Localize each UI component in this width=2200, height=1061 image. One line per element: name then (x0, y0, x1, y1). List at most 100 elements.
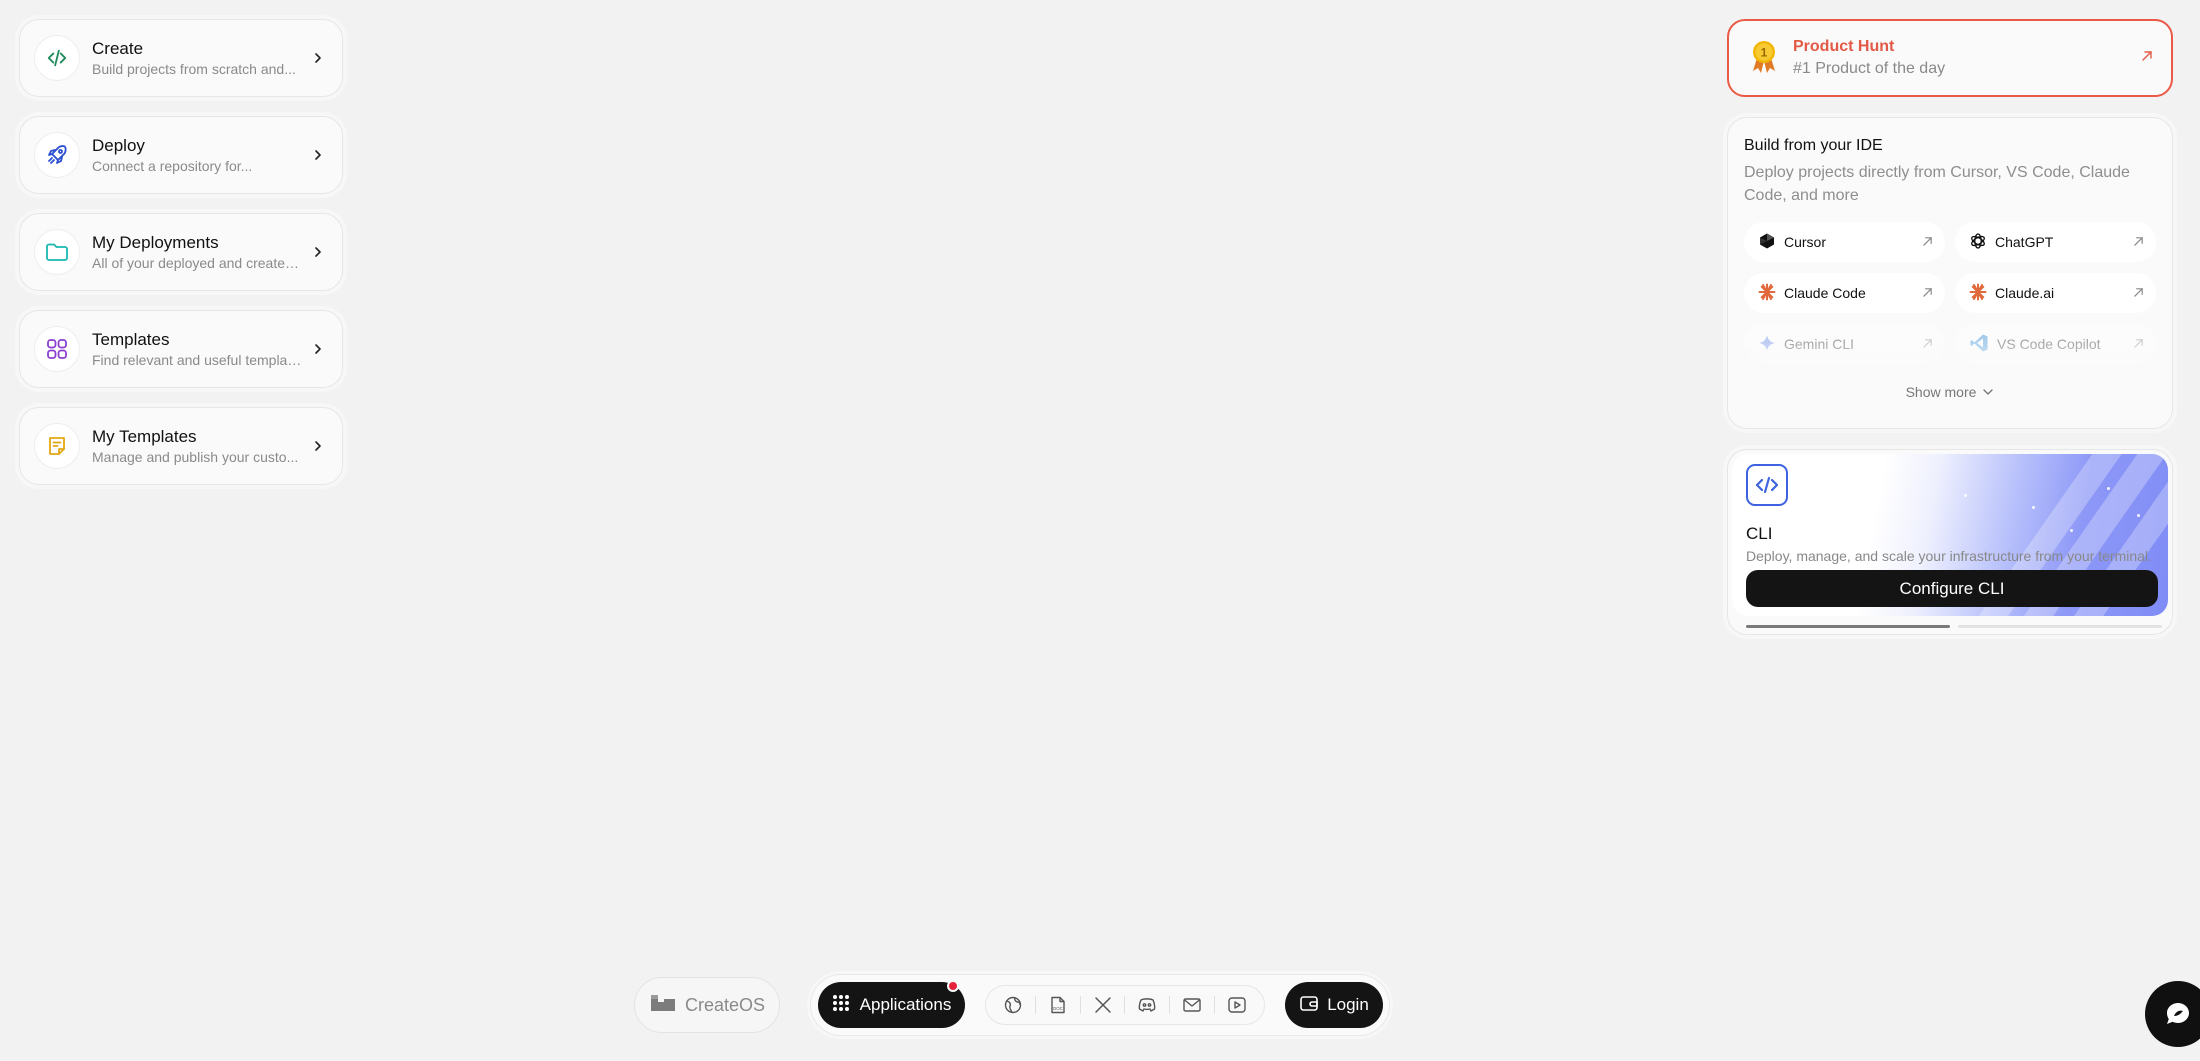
carousel-indicator (1746, 625, 2162, 628)
gemini-icon (1758, 334, 1776, 355)
nav-card-subtitle: Manage and publish your custo... (92, 449, 299, 465)
nav-card-subtitle: Find relevant and useful templat... (92, 352, 302, 368)
createos-logo-icon (649, 993, 677, 1018)
rocket-icon (34, 132, 80, 178)
cursor-icon (1758, 232, 1776, 253)
carousel-dot[interactable] (1958, 625, 2162, 628)
divider (1169, 996, 1171, 1014)
nav-card-title: Deploy (92, 136, 145, 155)
sparkle (2032, 506, 2035, 509)
chevron-right-icon (308, 440, 328, 452)
globe-icon[interactable] (997, 989, 1029, 1021)
ide-title: Build from your IDE (1744, 137, 1883, 154)
vscode-icon (1969, 333, 1989, 356)
sparkle (1964, 494, 1967, 497)
ide-tool-label: Gemini CLI (1784, 336, 1855, 352)
x-icon[interactable] (1087, 989, 1119, 1021)
createos-brand-button[interactable]: CreateOS (634, 977, 780, 1033)
cli-subtitle: Deploy, manage, and scale your infrastru… (1746, 548, 2152, 564)
ide-tool-label: ChatGPT (1995, 234, 2054, 250)
nav-list: Create Build projects from scratch and..… (19, 19, 343, 504)
show-more-button[interactable]: Show more (1728, 384, 2172, 400)
cli-title: CLI (1746, 524, 1773, 543)
grid-icon (34, 326, 80, 372)
right-column: 1 Product Hunt #1 Product of the day Bui… (1727, 19, 2173, 635)
show-more-label: Show more (1905, 384, 1977, 400)
arrow-up-right-icon (2141, 49, 2153, 67)
chat-icon (2167, 1003, 2189, 1024)
arrow-up-right-icon (2133, 336, 2144, 352)
divider (1034, 996, 1036, 1014)
cli-banner: CLI Deploy, manage, and scale your infra… (1732, 454, 2168, 616)
product-hunt-subtitle: #1 Product of the day (1793, 60, 1946, 77)
ide-tool-claude-code[interactable]: Claude Code (1744, 273, 1945, 313)
nav-card-title: My Templates (92, 427, 197, 446)
discord-icon[interactable] (1131, 989, 1163, 1021)
nav-card-my-templates[interactable]: My Templates Manage and publish your cus… (19, 407, 343, 485)
sparkle (2070, 529, 2073, 532)
ide-tool-grid: Cursor ChatGPT Claude Code Claude.ai Gem… (1744, 222, 2156, 364)
ide-tool-label: Claude Code (1784, 285, 1866, 301)
cli-card: CLI Deploy, manage, and scale your infra… (1727, 449, 2173, 635)
claude-icon (1969, 283, 1987, 304)
nav-card-deploy[interactable]: Deploy Connect a repository for... (19, 116, 343, 194)
carousel-dot-active[interactable] (1746, 625, 1950, 628)
nav-card-create[interactable]: Create Build projects from scratch and..… (19, 19, 343, 97)
brand-label: CreateOS (684, 994, 766, 1015)
product-hunt-title: Product Hunt (1793, 38, 1895, 55)
arrow-up-right-icon (1922, 336, 1933, 352)
wallet-icon (1299, 994, 1319, 1017)
folder-icon (34, 229, 80, 275)
chevron-right-icon (308, 52, 328, 64)
chevron-down-icon (1983, 389, 1994, 395)
nav-card-templates[interactable]: Templates Find relevant and useful templ… (19, 310, 343, 388)
chevron-right-icon (308, 343, 328, 355)
svg-text:DOC: DOC (1053, 1006, 1064, 1011)
chevron-right-icon (308, 149, 328, 161)
chevron-right-icon (308, 246, 328, 258)
nav-card-title: Templates (92, 330, 170, 349)
social-links: DOC (985, 985, 1265, 1025)
code-icon (1746, 464, 1788, 506)
docs-icon[interactable]: DOC (1042, 989, 1074, 1021)
ide-tool-gemini-cli[interactable]: Gemini CLI (1744, 324, 1945, 364)
product-hunt-card[interactable]: 1 Product Hunt #1 Product of the day (1727, 19, 2173, 97)
applications-button[interactable]: Applications (818, 980, 965, 1028)
ide-tool-label: VS Code Copilot (1997, 336, 2101, 352)
nav-card-subtitle: Build projects from scratch and... (92, 61, 296, 77)
arrow-up-right-icon (2133, 234, 2144, 250)
note-icon (34, 423, 80, 469)
mail-icon[interactable] (1176, 989, 1208, 1021)
login-button[interactable]: Login (1285, 982, 1383, 1028)
arrow-up-right-icon (1922, 285, 1933, 301)
youtube-icon[interactable] (1221, 989, 1253, 1021)
ide-tool-label: Cursor (1784, 234, 1827, 250)
ide-tool-claude-ai[interactable]: Claude.ai (1955, 273, 2156, 313)
ide-tool-cursor[interactable]: Cursor (1744, 222, 1945, 262)
ide-tool-label: Claude.ai (1995, 285, 2055, 301)
claude-icon (1758, 283, 1776, 304)
nav-card-title: Create (92, 39, 144, 58)
chat-button[interactable] (2145, 981, 2200, 1047)
arrow-up-right-icon (2133, 285, 2144, 301)
sparkle (2137, 514, 2140, 517)
ide-tool-chatgpt[interactable]: ChatGPT (1955, 222, 2156, 262)
nav-card-my-deployments[interactable]: My Deployments All of your deployed and … (19, 213, 343, 291)
configure-cli-button[interactable]: Configure CLI (1746, 570, 2158, 607)
applications-label: Applications (859, 995, 952, 1014)
code-icon (34, 35, 80, 81)
medal-number: 1 (1761, 45, 1768, 59)
medal-icon: 1 (1749, 38, 1779, 79)
chatgpt-icon (1969, 232, 1987, 253)
apps-grid-icon (832, 994, 850, 1017)
ide-tool-vscode-copilot[interactable]: VS Code Copilot (1955, 324, 2156, 364)
divider (1124, 996, 1126, 1014)
arrow-up-right-icon (1922, 234, 1933, 250)
bottom-dock: Applications DOC Login (810, 974, 1390, 1036)
divider (1214, 996, 1216, 1014)
nav-card-subtitle: Connect a repository for... (92, 158, 253, 174)
login-label: Login (1327, 995, 1369, 1014)
divider (1079, 996, 1081, 1014)
ide-subtitle: Deploy projects directly from Cursor, VS… (1744, 164, 2130, 204)
ide-card: Build from your IDE Deploy projects dire… (1727, 117, 2173, 429)
